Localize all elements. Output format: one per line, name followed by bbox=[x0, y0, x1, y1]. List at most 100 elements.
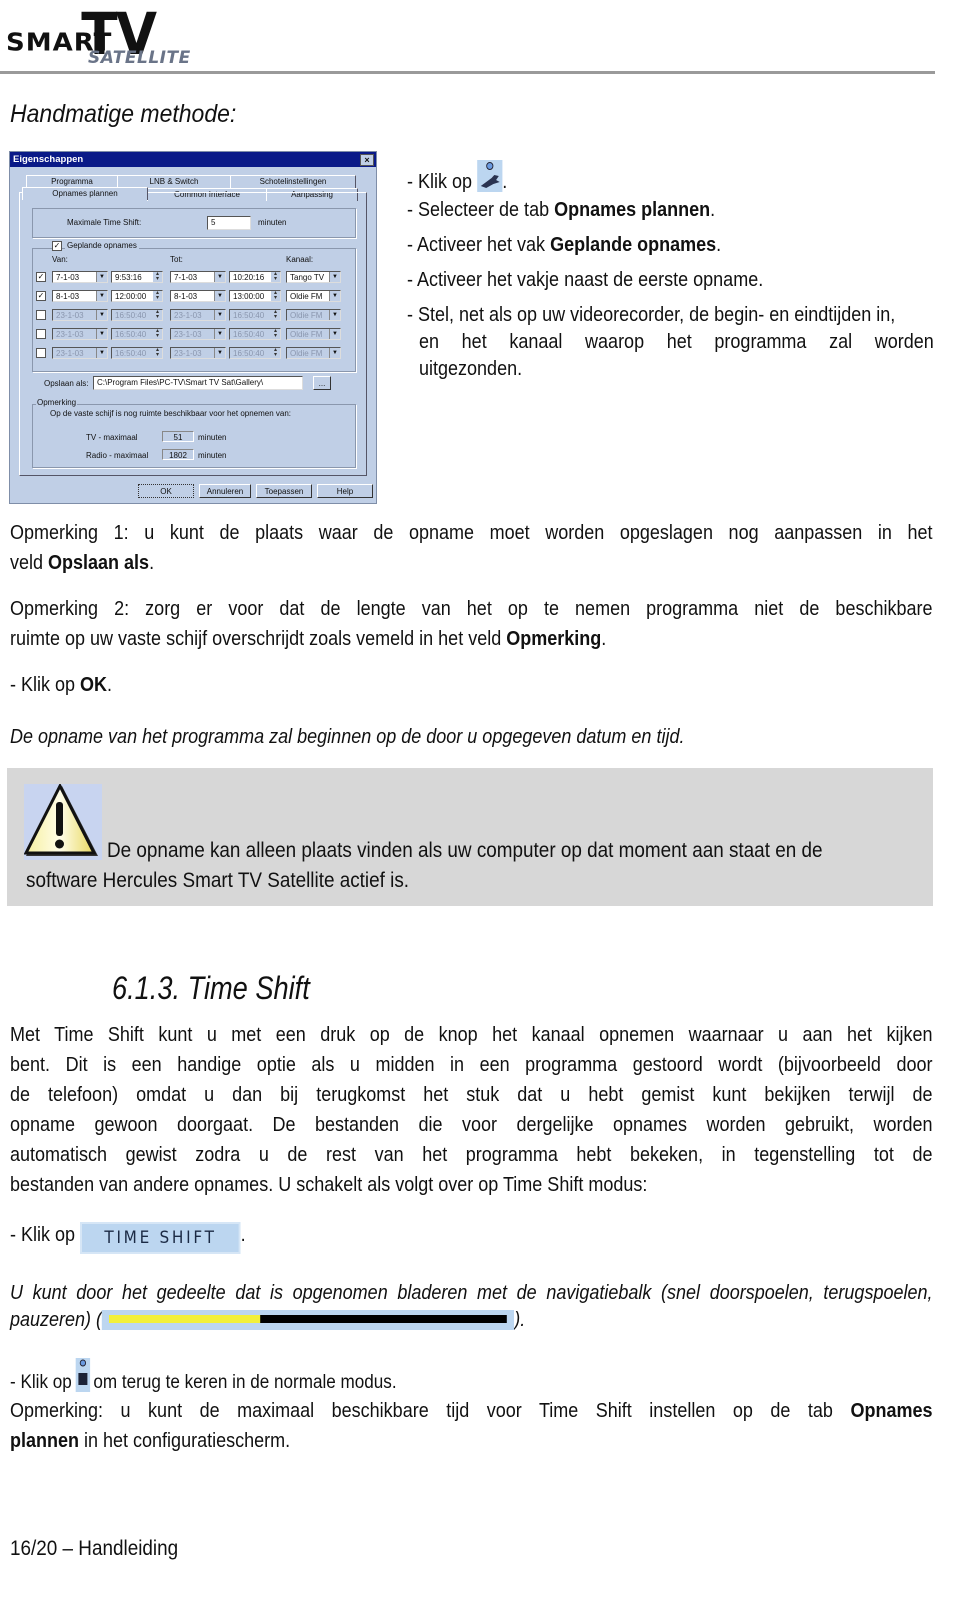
chevron-down-icon[interactable]: ▼ bbox=[96, 329, 107, 339]
spinner-icon[interactable]: ▴ ▾ bbox=[271, 347, 280, 358]
chevron-down-icon[interactable]: ▼ bbox=[96, 310, 107, 320]
spinner-icon[interactable]: ▴ ▾ bbox=[271, 271, 280, 282]
step-1-text: - Klik op bbox=[407, 171, 478, 193]
browse-button[interactable]: ... bbox=[313, 376, 331, 390]
recording-to-date-field[interactable]: 23-1-03 ▼ bbox=[170, 328, 226, 340]
spinner-icon[interactable]: ▴ ▾ bbox=[271, 309, 280, 320]
navigation-bar[interactable] bbox=[102, 1310, 515, 1330]
remark-2-bold: Opmerking bbox=[506, 628, 602, 650]
section-heading: Handmatige methode: bbox=[10, 100, 237, 128]
spinner-icon[interactable]: ▴ ▾ bbox=[153, 290, 162, 301]
save-as-input[interactable]: C:\Program Files\PC-TV\Smart TV Sat\Gall… bbox=[93, 376, 303, 390]
radio-max-label: Radio - maximaal bbox=[86, 451, 149, 460]
spinner-icon[interactable]: ▴ ▾ bbox=[153, 328, 162, 339]
dialog-title-bar: Eigenschappen × bbox=[10, 152, 376, 167]
recording-from-time: 16:50:40 bbox=[115, 349, 147, 358]
recording-to-time-field[interactable]: 10:20:16 ▴ ▾ bbox=[229, 271, 281, 283]
spinner-icon[interactable]: ▴ ▾ bbox=[271, 328, 280, 339]
remark-1-period: . bbox=[149, 552, 155, 574]
timeshift-paragraph-line: opname gewoon doorgaat. De bestanden die… bbox=[10, 1114, 933, 1136]
chevron-down-icon[interactable]: ▼ bbox=[214, 291, 225, 301]
recording-from-date-field[interactable]: 23-1-03 ▼ bbox=[52, 309, 108, 321]
tv-max-unit: minuten bbox=[198, 433, 227, 442]
recording-from-date-field[interactable]: 7-1-03 ▼ bbox=[52, 271, 108, 283]
spinner-icon[interactable]: ▴ ▾ bbox=[153, 271, 162, 282]
navigation-track[interactable] bbox=[109, 1315, 508, 1323]
recording-to-date-field[interactable]: 23-1-03 ▼ bbox=[170, 309, 226, 321]
max-timeshift-input[interactable]: 5 bbox=[207, 216, 251, 230]
tab-opnames-plannen[interactable]: Opnames plannen bbox=[22, 187, 148, 200]
chevron-down-icon[interactable]: ▼ bbox=[214, 272, 225, 282]
step-3-text: - Activeer het vak bbox=[407, 234, 551, 256]
chevron-down-icon[interactable]: ▼ bbox=[96, 291, 107, 301]
apply-button[interactable]: Toepassen bbox=[256, 484, 312, 498]
recording-from-time-field[interactable]: 16:50:40 ▴ ▾ bbox=[111, 347, 163, 359]
warning-line-1: De opname kan alleen plaats vinden als u… bbox=[107, 839, 823, 862]
recording-to-date-field[interactable]: 8-1-03 ▼ bbox=[170, 290, 226, 302]
nav-line-2-text: pauzeren) ( bbox=[10, 1309, 103, 1331]
chevron-down-icon[interactable]: ▼ bbox=[329, 348, 340, 358]
recording-to-time: 10:20:16 bbox=[233, 273, 265, 282]
recording-from-date: 23-1-03 bbox=[56, 311, 84, 320]
recording-from-date-field[interactable]: 8-1-03 ▼ bbox=[52, 290, 108, 302]
timeshift-paragraph-line: bent. Dit is een handige optie als u mid… bbox=[10, 1054, 933, 1076]
chevron-down-icon[interactable]: ▼ bbox=[329, 310, 340, 320]
cancel-button[interactable]: Annuleren bbox=[199, 484, 251, 498]
spinner-icon[interactable]: ▴ ▾ bbox=[153, 347, 162, 358]
stop-icon[interactable] bbox=[75, 1358, 90, 1392]
recording-channel-field[interactable]: Oldie FM ▼ bbox=[286, 328, 341, 340]
recording-to-date: 23-1-03 bbox=[174, 349, 202, 358]
step-3: - Activeer het vak Geplande opnames. bbox=[407, 230, 721, 260]
recording-channel-field[interactable]: Tango TV ▼ bbox=[286, 271, 341, 283]
recording-to-time: 13:00:00 bbox=[233, 292, 265, 301]
time-shift-button[interactable]: TIME SHIFT bbox=[80, 1222, 241, 1254]
chevron-down-icon[interactable]: ▼ bbox=[214, 348, 225, 358]
spinner-icon[interactable]: ▴ ▾ bbox=[153, 309, 162, 320]
recording-to-date-field[interactable]: 23-1-03 ▼ bbox=[170, 347, 226, 359]
recording-checkbox[interactable]: ✓ bbox=[36, 272, 46, 282]
tv-max-value: 51 bbox=[162, 431, 194, 442]
recording-from-time-field[interactable]: 9:53:16 ▴ ▾ bbox=[111, 271, 163, 283]
recording-to-time-field[interactable]: 13:00:00 ▴ ▾ bbox=[229, 290, 281, 302]
remark-2-period: . bbox=[601, 628, 607, 650]
recording-to-date-field[interactable]: 7-1-03 ▼ bbox=[170, 271, 226, 283]
recording-checkbox[interactable] bbox=[36, 329, 46, 339]
recording-to-time-field[interactable]: 16:50:40 ▴ ▾ bbox=[229, 328, 281, 340]
recording-from-time-field[interactable]: 16:50:40 ▴ ▾ bbox=[111, 328, 163, 340]
timeshift-paragraph-line: de telefoon) omdat u dan bij terugkomst … bbox=[10, 1084, 933, 1106]
help-button[interactable]: Help bbox=[317, 484, 373, 498]
click-timeshift-period: . bbox=[240, 1224, 246, 1246]
recording-from-date-field[interactable]: 23-1-03 ▼ bbox=[52, 347, 108, 359]
ok-button[interactable]: OK bbox=[138, 484, 194, 498]
warning-icon bbox=[23, 782, 102, 860]
recording-from-time-field[interactable]: 12:00:00 ▴ ▾ bbox=[111, 290, 163, 302]
spinner-icon[interactable]: ▴ ▾ bbox=[271, 290, 280, 301]
remark-1-line-1: Opmerking 1: u kunt de plaats waar de op… bbox=[10, 522, 933, 544]
tab-schotelinstellingen[interactable]: Schotelinstellingen bbox=[230, 175, 356, 188]
recording-from-time-field[interactable]: 16:50:40 ▴ ▾ bbox=[111, 309, 163, 321]
recording-channel-field[interactable]: Oldie FM ▼ bbox=[286, 347, 341, 359]
chevron-down-icon[interactable]: ▼ bbox=[214, 310, 225, 320]
scheduled-recordings-checkbox[interactable]: ✓ bbox=[52, 241, 62, 251]
max-timeshift-unit: minuten bbox=[258, 218, 287, 227]
close-icon[interactable]: × bbox=[360, 154, 374, 166]
recording-channel-field[interactable]: Oldie FM ▼ bbox=[286, 309, 341, 321]
recording-checkbox[interactable] bbox=[36, 348, 46, 358]
recording-to-time-field[interactable]: 16:50:40 ▴ ▾ bbox=[229, 309, 281, 321]
header-divider bbox=[0, 71, 935, 74]
timeshift-paragraph-line: Met Time Shift kunt u met een druk op de… bbox=[10, 1024, 933, 1046]
recording-checkbox[interactable] bbox=[36, 310, 46, 320]
recording-checkbox[interactable]: ✓ bbox=[36, 291, 46, 301]
chevron-down-icon[interactable]: ▼ bbox=[96, 348, 107, 358]
save-as-label: Opslaan als: bbox=[44, 379, 89, 388]
chevron-down-icon[interactable]: ▼ bbox=[329, 329, 340, 339]
configuration-wrench-icon[interactable] bbox=[477, 160, 503, 192]
chevron-down-icon[interactable]: ▼ bbox=[329, 272, 340, 282]
chevron-down-icon[interactable]: ▼ bbox=[329, 291, 340, 301]
recording-from-time: 9:53:16 bbox=[115, 273, 142, 282]
chevron-down-icon[interactable]: ▼ bbox=[96, 272, 107, 282]
recording-channel-field[interactable]: Oldie FM ▼ bbox=[286, 290, 341, 302]
chevron-down-icon[interactable]: ▼ bbox=[214, 329, 225, 339]
recording-from-date-field[interactable]: 23-1-03 ▼ bbox=[52, 328, 108, 340]
recording-to-time-field[interactable]: 16:50:40 ▴ ▾ bbox=[229, 347, 281, 359]
